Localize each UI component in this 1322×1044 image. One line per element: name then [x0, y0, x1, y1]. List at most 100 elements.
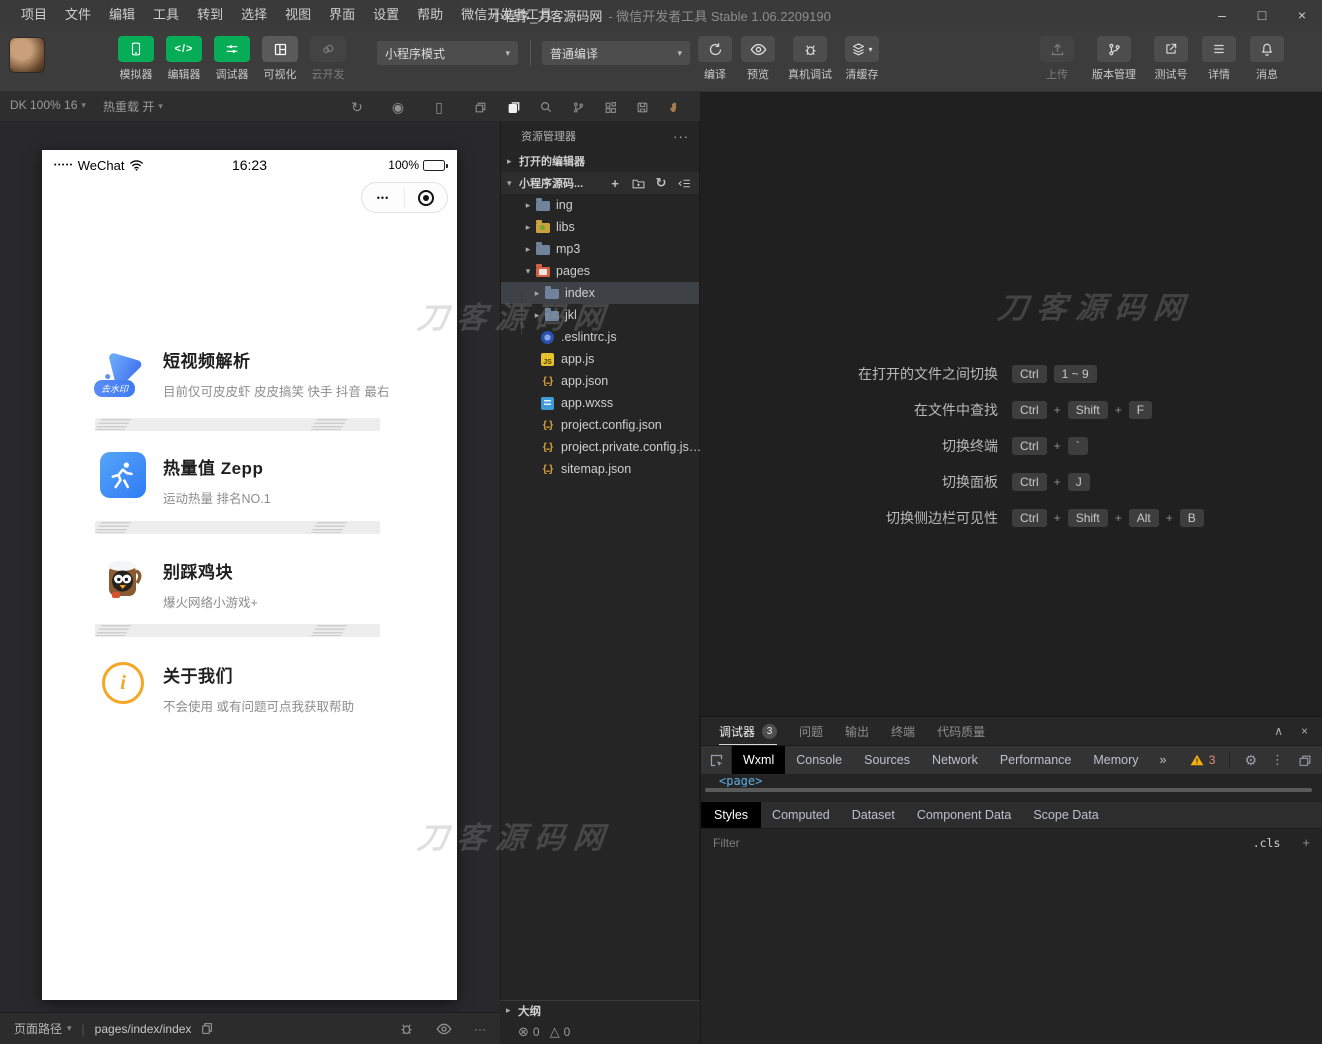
tree-file-sitemap[interactable]: {..} sitemap.json — [501, 458, 699, 480]
new-folder-icon[interactable] — [631, 176, 645, 190]
clear-cache-button[interactable]: ▾ 清缓存 — [845, 36, 879, 82]
menu-help[interactable]: 帮助 — [408, 0, 452, 30]
menu-project[interactable]: 项目 — [12, 0, 56, 30]
remote-debug-button[interactable]: 真机调试 — [784, 36, 836, 82]
storage-icon[interactable] — [633, 98, 651, 116]
tree-folder-index[interactable]: ▸ index — [501, 282, 699, 304]
more-icon[interactable]: ··· — [673, 129, 689, 144]
tab-code-quality[interactable]: 代码质量 — [937, 717, 985, 745]
record-icon[interactable]: ◉ — [389, 98, 407, 116]
visualization-toggle-button[interactable]: 可视化 — [262, 36, 298, 82]
close-panel-icon[interactable]: × — [1301, 724, 1308, 738]
new-style-rule-icon[interactable]: + — [1302, 835, 1310, 850]
tab-problems[interactable]: 问题 — [799, 717, 823, 745]
components-grid-icon[interactable] — [601, 98, 619, 116]
kebab-menu-icon[interactable]: ⋮ — [1271, 752, 1284, 768]
styles-tab-computed[interactable]: Computed — [761, 802, 841, 828]
menu-view[interactable]: 视图 — [276, 0, 320, 30]
menu-tools[interactable]: 工具 — [144, 0, 188, 30]
branch-icon[interactable] — [569, 98, 587, 116]
open-editors-section[interactable]: ▸ 打开的编辑器 — [501, 150, 699, 172]
styles-tab-dataset[interactable]: Dataset — [841, 802, 906, 828]
test-account-button[interactable]: 测试号 — [1154, 36, 1188, 82]
menu-devtools[interactable]: 微信开发者工具 — [452, 0, 561, 30]
simulator-toggle-button[interactable]: 模拟器 — [118, 36, 154, 82]
more-icon[interactable]: ··· — [474, 1022, 486, 1036]
styles-tab-component-data[interactable]: Component Data — [906, 802, 1023, 828]
debug-icon[interactable] — [399, 1021, 414, 1036]
refresh-icon[interactable]: ↻ — [348, 98, 366, 116]
devtools-tab-network[interactable]: Network — [921, 746, 989, 774]
tree-folder-mp3[interactable]: ▸ mp3 — [501, 238, 699, 260]
gear-icon[interactable]: ⚙ — [1244, 752, 1257, 769]
collapse-all-icon[interactable] — [677, 176, 691, 190]
styles-filter-input[interactable]: Filter — [713, 836, 1253, 850]
messages-button[interactable]: 消息 — [1250, 36, 1284, 82]
tab-terminal[interactable]: 终端 — [891, 717, 915, 745]
menu-file[interactable]: 文件 — [56, 0, 100, 30]
tree-folder-pages[interactable]: ▾ pages — [501, 260, 699, 282]
menu-edit[interactable]: 编辑 — [100, 0, 144, 30]
project-root-section[interactable]: ▾ 小程序源码... + ↻ — [501, 172, 699, 194]
minimize-button[interactable]: – — [1202, 0, 1242, 30]
wxml-element-tree[interactable]: <page> — [701, 774, 1322, 787]
tree-file-appwxss[interactable]: app.wxss — [501, 392, 699, 414]
details-button[interactable]: 详情 — [1202, 36, 1236, 82]
mode-dropdown[interactable]: 小程序模式 ▾ — [377, 41, 518, 65]
eye-icon[interactable] — [436, 1023, 452, 1035]
outline-section[interactable]: ▸ 大纲 — [500, 1000, 700, 1020]
devtools-tab-wxml[interactable]: Wxml — [732, 746, 786, 774]
list-item-video-parse[interactable]: 去水印 短视频解析 目前仅可皮皮虾 皮皮搞笑 快手 抖音 最右 — [94, 345, 389, 400]
styles-tab-styles[interactable]: Styles — [701, 802, 762, 828]
device-scale-dropdown[interactable]: DK 100% 16 ▾ — [10, 98, 86, 112]
editor-toggle-button[interactable]: </> 编辑器 — [166, 36, 202, 82]
tree-folder-libs[interactable]: ▸ libs — [501, 216, 699, 238]
tab-debugger[interactable]: 调试器 3 — [719, 717, 778, 745]
tree-file-appjson[interactable]: {..} app.json — [501, 370, 699, 392]
menu-settings[interactable]: 设置 — [364, 0, 408, 30]
more-tabs-icon[interactable]: » — [1150, 753, 1177, 767]
devtools-tab-console[interactable]: Console — [785, 746, 853, 774]
tree-file-appjs[interactable]: JS app.js — [501, 348, 699, 370]
capsule-close-button[interactable] — [405, 183, 447, 212]
close-button[interactable]: × — [1282, 0, 1322, 30]
tree-file-project-private-config[interactable]: {..} project.private.config.js… — [501, 436, 702, 458]
styles-tab-scope-data[interactable]: Scope Data — [1022, 802, 1109, 828]
list-item-game[interactable]: 别踩鸡块 爆火网络小游戏+ — [100, 556, 258, 611]
version-control-button[interactable]: 版本管理 — [1088, 36, 1140, 82]
warnings-badge[interactable]: 3 — [1190, 753, 1215, 767]
dock-side-icon[interactable] — [1298, 754, 1312, 767]
tab-output[interactable]: 输出 — [845, 717, 869, 745]
cls-toggle[interactable]: .cls — [1253, 836, 1281, 850]
maximize-button[interactable]: □ — [1242, 0, 1282, 30]
menu-select[interactable]: 选择 — [232, 0, 276, 30]
debugger-toggle-button[interactable]: 调试器 — [214, 36, 250, 82]
refresh-icon[interactable]: ↻ — [654, 175, 668, 190]
avatar[interactable] — [9, 37, 45, 73]
hot-reload-dropdown[interactable]: 热重载 开 ▾ — [103, 98, 163, 115]
compile-button[interactable]: 编译 — [698, 36, 732, 82]
page-path-dropdown[interactable]: 页面路径 ▾ — [14, 1020, 72, 1037]
preview-button[interactable]: 预览 — [741, 36, 775, 82]
phone-frame-icon[interactable]: ▯ — [430, 98, 448, 116]
menu-interface[interactable]: 界面 — [320, 0, 364, 30]
devtools-tab-memory[interactable]: Memory — [1082, 746, 1149, 774]
restore-window-icon[interactable] — [471, 98, 489, 116]
tree-file-eslintrc[interactable]: .eslintrc.js — [501, 326, 699, 348]
new-file-icon[interactable]: + — [608, 176, 622, 191]
compile-mode-dropdown[interactable]: 普通编译 ▾ — [542, 41, 690, 65]
collapse-panel-icon[interactable]: ∧ — [1274, 724, 1283, 738]
pages-panel-icon[interactable] — [505, 98, 523, 116]
hand-tool-icon[interactable] — [665, 98, 683, 116]
copy-icon[interactable] — [200, 1022, 213, 1035]
tree-folder-ing[interactable]: ▸ ing — [501, 194, 699, 216]
list-item-about[interactable]: i 关于我们 不会使用 或有问题可点我获取帮助 — [100, 660, 354, 715]
list-item-zepp[interactable]: 热量值 Zepp 运动热量 排名NO.1 — [100, 452, 271, 507]
tree-file-project-config[interactable]: {..} project.config.json — [501, 414, 699, 436]
devtools-tab-performance[interactable]: Performance — [989, 746, 1083, 774]
menu-goto[interactable]: 转到 — [188, 0, 232, 30]
devtools-tab-sources[interactable]: Sources — [853, 746, 921, 774]
tree-folder-jkl[interactable]: ▸ jkl — [501, 304, 699, 326]
capsule-more-button[interactable]: ••• — [362, 183, 404, 212]
search-icon[interactable] — [537, 98, 555, 116]
